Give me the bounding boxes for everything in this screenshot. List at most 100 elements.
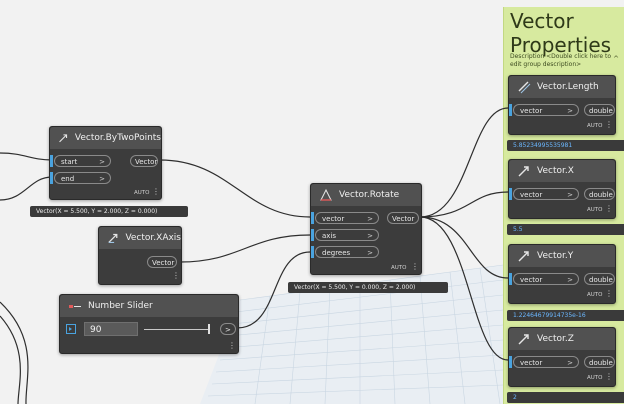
node-title: Vector.ByTwoPoints [74, 133, 161, 143]
node-vector-xaxis[interactable]: Vector.XAxis Vector ⋮ [98, 226, 182, 285]
output-port-number[interactable]: > [220, 323, 236, 335]
more-options-icon[interactable]: ⋮ [605, 204, 613, 213]
input-port-start[interactable]: start > [54, 155, 111, 167]
input-port-vector[interactable]: vector > [513, 104, 579, 116]
port-label: vector [520, 276, 543, 284]
slider-track[interactable] [144, 329, 210, 330]
port-marker [509, 104, 512, 116]
wire-rotate-to-y [419, 216, 509, 279]
node-title: Vector.Y [537, 251, 574, 261]
input-port-vector[interactable]: vector > [513, 356, 579, 368]
node-vector-rotate[interactable]: Vector.Rotate vector > axis > degrees > … [310, 183, 422, 275]
preview-bubble[interactable]: 2 [507, 392, 624, 403]
node-header[interactable]: Vector.ByTwoPoints [50, 127, 161, 149]
output-port-double[interactable]: double [584, 188, 615, 200]
wire-xaxis-to-rotate-axis [179, 234, 311, 263]
node-vector-by-two-points[interactable]: Vector.ByTwoPoints start > end > Vector … [49, 126, 162, 200]
node-title: Vector.Z [537, 334, 574, 344]
more-options-icon[interactable]: ⋮ [228, 341, 236, 350]
output-port-vector[interactable]: Vector [387, 212, 419, 224]
wire-left-low-2 [0, 315, 21, 404]
vector-component-icon [518, 334, 529, 345]
wire-left-to-start [0, 152, 53, 161]
port-marker [311, 212, 314, 224]
more-options-icon[interactable]: ⋮ [411, 262, 419, 271]
vector-component-icon [518, 251, 529, 262]
node-number-slider[interactable]: Number Slider 90 > ⋮ [59, 294, 239, 354]
chevron-right-icon: > [367, 232, 373, 240]
preview-bubble[interactable]: 5.5 [507, 224, 624, 235]
port-marker [509, 356, 512, 368]
port-label: start [61, 158, 78, 166]
more-options-icon[interactable]: ⋮ [605, 120, 613, 129]
preview-bubble[interactable]: Vector(X = 5.500, Y = 2.000, Z = 0.000) [30, 206, 188, 217]
node-header[interactable]: Vector.Z [509, 328, 615, 350]
diagonal-arrow-icon [59, 134, 68, 143]
input-port-vector[interactable]: vector > [513, 273, 579, 285]
rotate-vector-icon [320, 188, 332, 201]
input-port-vector[interactable]: vector > [513, 188, 579, 200]
node-vector-length[interactable]: Vector.Length vector > double AUTO ⋮ [508, 75, 616, 135]
more-options-icon[interactable]: ⋮ [605, 372, 613, 381]
node-header[interactable]: Vector.Rotate [311, 184, 421, 206]
output-port-double[interactable]: double [584, 104, 615, 116]
preview-bubble[interactable]: 5.85234995535981 [507, 140, 624, 151]
chevron-right-icon: > [367, 249, 373, 257]
node-vector-z[interactable]: Vector.Z vector > double AUTO ⋮ [508, 327, 616, 387]
node-header[interactable]: Vector.Y [509, 245, 615, 267]
port-label: double [589, 276, 613, 284]
port-label: > [225, 326, 231, 334]
slider-thumb[interactable] [208, 324, 210, 334]
node-header[interactable]: Vector.XAxis [99, 227, 181, 249]
output-port-double[interactable]: double [584, 273, 615, 285]
wire-left-to-end [0, 176, 53, 201]
output-port-vector[interactable]: Vector [147, 256, 177, 268]
input-port-end[interactable]: end > [54, 172, 111, 184]
node-title: Number Slider [88, 301, 153, 311]
node-header[interactable]: Number Slider [60, 295, 238, 317]
lacing-label[interactable]: AUTO [587, 123, 602, 129]
chevron-right-icon: > [567, 359, 573, 367]
graph-canvas[interactable]: Vector Properties Description <Double cl… [0, 0, 624, 404]
port-marker [509, 273, 512, 285]
port-label: degrees [322, 249, 351, 257]
node-header[interactable]: Vector.Length [509, 76, 615, 98]
node-title: Vector.Rotate [339, 190, 400, 200]
port-marker [509, 188, 512, 200]
node-title: Vector.X [537, 166, 574, 176]
port-label: double [589, 359, 613, 367]
node-vector-y[interactable]: Vector.Y vector > double AUTO ⋮ [508, 244, 616, 304]
chevron-right-icon: > [367, 215, 373, 223]
port-marker [311, 229, 314, 241]
port-label: vector [520, 191, 543, 199]
node-header[interactable]: Vector.X [509, 160, 615, 182]
output-port-vector[interactable]: Vector [130, 155, 158, 167]
port-label: Vector [135, 158, 158, 166]
wire-rotate-to-x [419, 191, 509, 218]
port-label: vector [520, 359, 543, 367]
port-label: vector [520, 107, 543, 115]
port-label: Vector [392, 215, 415, 223]
output-port-double[interactable]: double [584, 356, 615, 368]
port-label: vector [322, 215, 345, 223]
preview-bubble[interactable]: Vector(X = 5.500, Y = 0.000, Z = 2.000) [288, 282, 448, 293]
slider-value-input[interactable]: 90 [84, 322, 138, 336]
expand-slider-icon[interactable] [66, 324, 76, 334]
more-options-icon[interactable]: ⋮ [172, 271, 180, 280]
port-marker [311, 246, 314, 258]
input-port-vector[interactable]: vector > [315, 212, 379, 224]
lacing-label[interactable]: AUTO [134, 190, 149, 196]
lacing-label[interactable]: AUTO [391, 265, 406, 271]
port-marker [50, 172, 53, 184]
input-port-axis[interactable]: axis > [315, 229, 379, 241]
input-port-degrees[interactable]: degrees > [315, 246, 379, 258]
preview-bubble[interactable]: 1.22464679914735e-16 [507, 310, 624, 321]
more-options-icon[interactable]: ⋮ [152, 187, 160, 196]
lacing-label[interactable]: AUTO [587, 375, 602, 381]
wire-rotate-to-length [419, 107, 509, 218]
more-options-icon[interactable]: ⋮ [605, 289, 613, 298]
lacing-label[interactable]: AUTO [587, 207, 602, 213]
lacing-label[interactable]: AUTO [587, 292, 602, 298]
node-vector-x[interactable]: Vector.X vector > double AUTO ⋮ [508, 159, 616, 219]
chevron-right-icon: > [99, 175, 105, 183]
